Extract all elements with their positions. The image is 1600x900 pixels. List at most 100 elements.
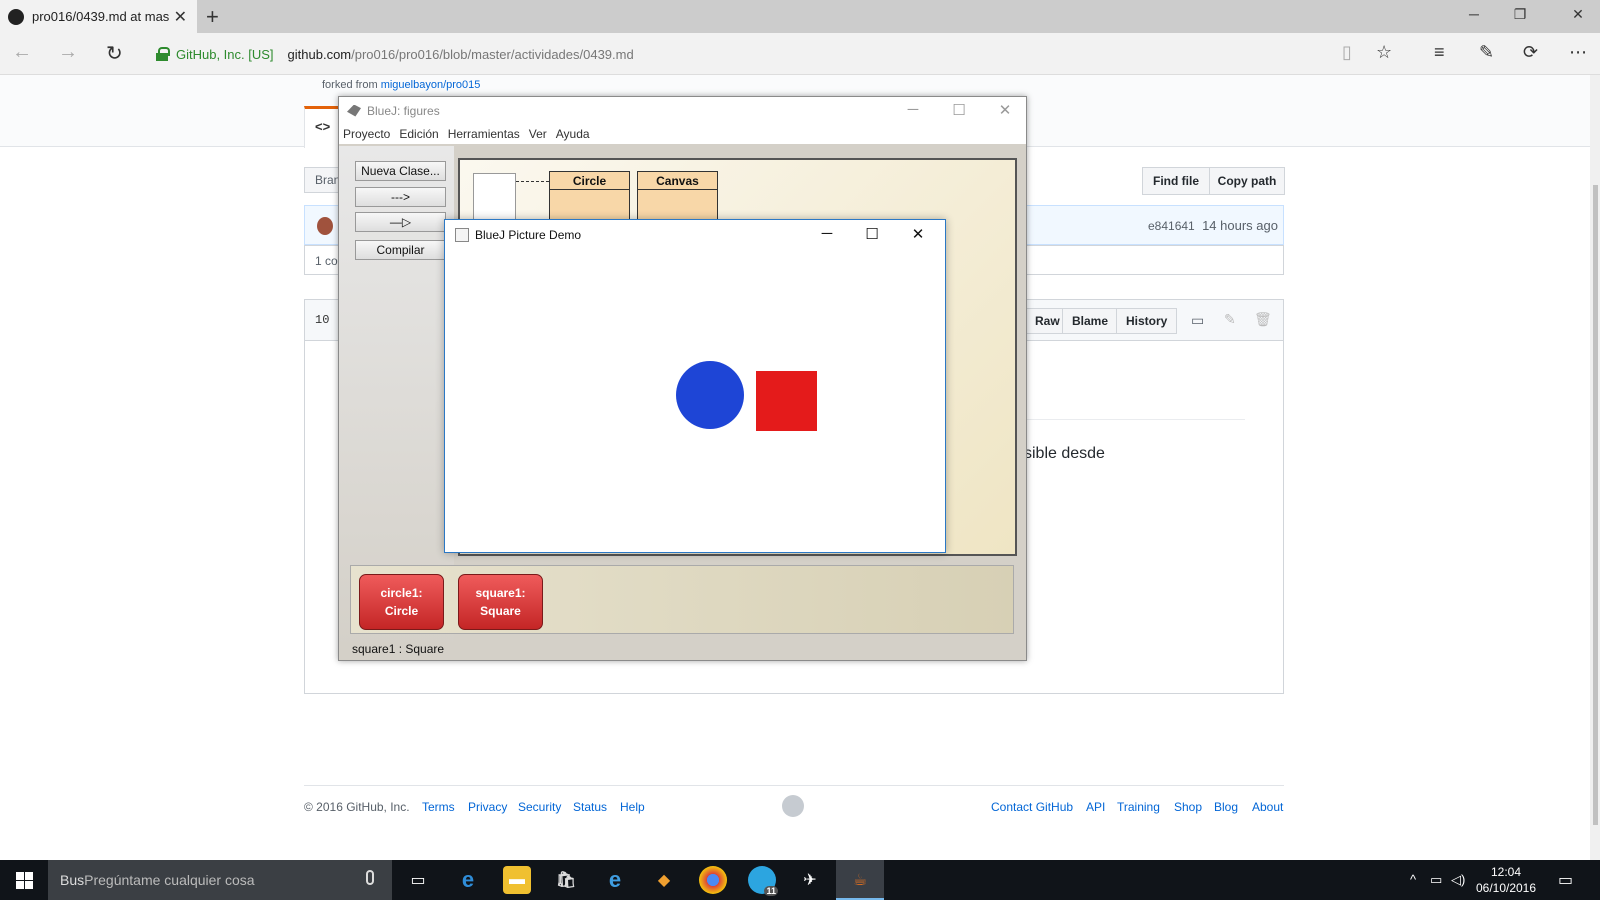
delete-icon[interactable]: 🗑 [1254, 311, 1272, 328]
java-cup-icon[interactable]: ☕ [846, 866, 874, 894]
menu-ver[interactable]: Ver [529, 127, 547, 141]
class-circle[interactable]: Circle [549, 171, 630, 221]
menu-edicion[interactable]: Edición [399, 127, 438, 141]
compile-button[interactable]: Compilar [355, 240, 446, 260]
blame-button[interactable]: Blame [1062, 308, 1119, 334]
taskbar: Bus Pregúntame cualquier cosa ▭ e ▬ 🛍 e ◆… [0, 860, 1600, 900]
class-canvas[interactable]: Canvas [637, 171, 718, 221]
file-explorer-icon[interactable]: ▬ [503, 866, 531, 894]
cortana-search-box[interactable]: Bus Pregúntame cualquier cosa [48, 860, 392, 900]
footer-link-contact[interactable]: Contact GitHub [991, 800, 1073, 814]
volume-icon[interactable]: ◁) [1451, 872, 1465, 888]
notifications-icon[interactable]: ▭ [1558, 870, 1573, 890]
content-divider [1025, 419, 1245, 420]
refresh-icon[interactable]: ↻ [106, 41, 123, 66]
demo-close-icon[interactable]: ✕ [908, 225, 928, 243]
search-prefix: Bus [60, 872, 85, 888]
new-class-button[interactable]: Nueva Clase... [355, 161, 446, 181]
browser-tab[interactable]: pro016/0439.md at mas ✕ [0, 0, 197, 33]
clock-date: 06/10/2016 [1475, 881, 1537, 895]
edge-icon[interactable]: e [454, 866, 482, 894]
restore-icon[interactable]: ❐ [1510, 6, 1530, 23]
tray-chevron-icon[interactable]: ^ [1410, 872, 1416, 887]
content-text: sible desde [1024, 445, 1105, 462]
commit-sha[interactable]: e841641 [1148, 219, 1195, 233]
object-bench: circle1: Circle square1: Square [350, 565, 1014, 634]
bluej-maximize-icon[interactable]: ☐ [949, 101, 969, 119]
lock-icon [156, 47, 170, 61]
class-circle-name: Circle [550, 172, 629, 190]
commit-info: e841641 14 hours ago [1148, 218, 1278, 233]
github-icon [8, 8, 24, 25]
footer-link-shop[interactable]: Shop [1174, 800, 1202, 814]
search-placeholder: Pregúntame cualquier cosa [84, 872, 255, 888]
menu-herramientas[interactable]: Herramientas [448, 127, 520, 141]
bluej-menubar: Proyecto Edición Herramientas Ver Ayuda [339, 124, 1026, 144]
footer-link-blog[interactable]: Blog [1214, 800, 1238, 814]
footer-link-api[interactable]: API [1086, 800, 1105, 814]
footer-link-security[interactable]: Security [518, 800, 561, 814]
hub-icon[interactable]: ≡ [1434, 42, 1445, 63]
chrome-icon[interactable] [699, 866, 727, 894]
bluej-taskbar-icon[interactable]: ✈ [796, 866, 824, 894]
find-file-button[interactable]: Find file [1142, 167, 1210, 195]
red-square [756, 371, 817, 431]
back-icon[interactable]: ← [12, 41, 32, 64]
bluej-status-bar: square1 : Square [352, 642, 445, 656]
telegram-icon[interactable]: 11 [748, 866, 778, 896]
task-view-icon[interactable]: ▭ [404, 866, 432, 894]
readme-note-icon[interactable] [473, 173, 516, 225]
windows-start-icon[interactable] [16, 872, 33, 889]
forward-icon[interactable]: → [58, 41, 78, 64]
uses-arrow-button[interactable]: ---> [355, 187, 446, 207]
history-button[interactable]: History [1116, 308, 1178, 334]
object-circle1[interactable]: circle1: Circle [359, 574, 444, 630]
menu-ayuda[interactable]: Ayuda [556, 127, 590, 141]
copy-path-button[interactable]: Copy path [1209, 167, 1285, 195]
bluej-close-icon[interactable]: ✕ [995, 101, 1015, 119]
desktop-icon[interactable]: ▭ [1191, 312, 1204, 329]
web-note-icon[interactable]: ✎ [1479, 42, 1494, 63]
share-icon[interactable]: ⟳ [1523, 42, 1538, 63]
clock[interactable]: 12:04 06/10/2016 [1466, 864, 1546, 896]
favorite-star-icon[interactable]: ☆ [1376, 42, 1392, 63]
footer-link-help[interactable]: Help [620, 800, 645, 814]
internet-explorer-icon[interactable]: e [601, 866, 629, 894]
tab-close-icon[interactable]: ✕ [174, 7, 187, 27]
footer-link-status[interactable]: Status [573, 800, 607, 814]
bluej-bird-icon [347, 104, 361, 117]
picture-demo-window: BlueJ Picture Demo ─ ☐ ✕ [444, 219, 946, 553]
telegram-badge: 11 [764, 886, 778, 896]
contributors-count[interactable]: 1 co [315, 254, 338, 268]
footer-link-training[interactable]: Training [1117, 800, 1160, 814]
close-window-icon[interactable]: ✕ [1568, 6, 1588, 23]
url-host: github.com [287, 46, 352, 62]
page-scroll-thumb[interactable] [1593, 185, 1598, 825]
forked-link[interactable]: miguelbayon/pro015 [381, 79, 481, 91]
footer-link-terms[interactable]: Terms [422, 800, 455, 814]
bluej-titlebar: BlueJ: figures ─ ☐ ✕ [339, 97, 1026, 124]
microphone-icon[interactable] [366, 870, 374, 885]
blue-circle [676, 361, 744, 429]
network-icon[interactable]: ▭ [1430, 872, 1442, 888]
menu-proyecto[interactable]: Proyecto [343, 127, 390, 141]
site-identity: GitHub, Inc. [US] [176, 46, 274, 62]
reading-view-icon[interactable]: ▯ [1342, 42, 1352, 63]
bluej-minimize-icon[interactable]: ─ [903, 101, 923, 118]
footer-link-about[interactable]: About [1252, 800, 1283, 814]
store-icon[interactable]: 🛍 [552, 866, 580, 894]
octocat-icon[interactable] [782, 795, 804, 817]
bluej-title: BlueJ: figures [367, 103, 440, 118]
object-square1[interactable]: square1: Square [458, 574, 543, 630]
new-tab-icon[interactable]: + [206, 4, 219, 30]
minimize-icon[interactable]: ─ [1464, 6, 1484, 22]
demo-title: BlueJ Picture Demo [475, 227, 582, 242]
git-icon[interactable]: ◆ [650, 866, 678, 894]
inherits-arrow-button[interactable]: —▷ [355, 212, 446, 232]
edit-icon[interactable]: ✎ [1224, 311, 1236, 328]
demo-maximize-icon[interactable]: ☐ [862, 225, 882, 243]
url-field[interactable]: GitHub, Inc. [US] github.com/pro016/pro0… [156, 33, 634, 75]
more-icon[interactable]: ⋯ [1569, 42, 1587, 63]
demo-minimize-icon[interactable]: ─ [817, 225, 837, 242]
footer-link-privacy[interactable]: Privacy [468, 800, 507, 814]
